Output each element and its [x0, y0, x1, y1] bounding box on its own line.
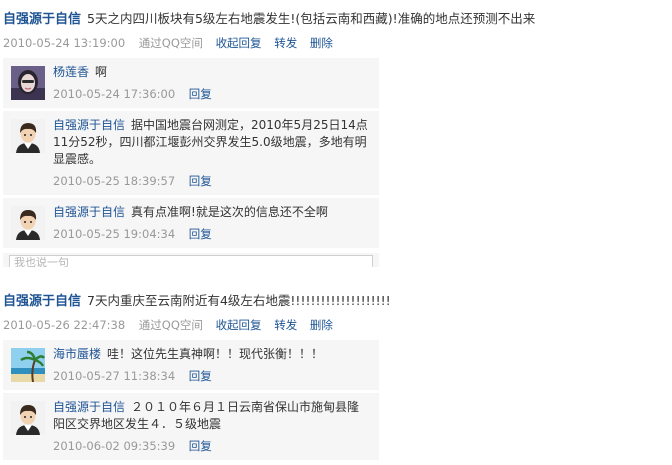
post-author[interactable]: 自强源于自信	[3, 294, 81, 309]
post-header: 自强源于自信 7天内重庆至云南附近有4级左右地震!!!!!!!!!!!!!!!!!…	[3, 292, 668, 311]
reply-body: 杨莲香啊	[53, 64, 371, 81]
reply-link[interactable]: 回复	[189, 87, 212, 101]
reply-meta: 2010-05-27 11:38:34 回复	[53, 369, 371, 383]
reply-time: 2010-06-02 09:35:39	[53, 439, 176, 453]
woman-avatar-icon[interactable]	[11, 66, 45, 100]
reply-author[interactable]: 自强源于自信	[53, 400, 125, 414]
reply-meta: 2010-05-24 17:36:00 回复	[53, 87, 371, 101]
reply-list: 海市蜃楼 哇！这位先生真神啊！！现代张衡！！！ 2010-05-27 11:38:…	[3, 340, 668, 461]
reply-input-area: 我也说一句	[3, 253, 379, 267]
post-author[interactable]: 自强源于自信	[3, 12, 81, 27]
reply-link[interactable]: 回复	[189, 174, 212, 188]
collapse-replies-link[interactable]: 收起回复	[216, 36, 262, 50]
post-meta: 2010-05-26 22:47:38 通过QQ空间 收起回复 转发 删除	[3, 317, 668, 333]
reply-item: 自强源于自信 ２０１０年６月１日云南省保山市施甸县隆阳区交界地区发生４．５级地震 …	[3, 393, 379, 461]
post-text: 7天内重庆至云南附近有4级左右地震!!!!!!!!!!!!!!!!!!!!	[87, 293, 391, 308]
post-time: 2010-05-26 22:47:38	[3, 318, 126, 332]
reply-time: 2010-05-27 11:38:34	[53, 369, 176, 383]
reply-author[interactable]: 自强源于自信	[53, 118, 125, 132]
post-source: 通过QQ空间	[138, 318, 203, 332]
reply-text: 哇！这位先生真神啊！！现代张衡！！！	[107, 347, 324, 361]
reply-time: 2010-05-25 19:04:34	[53, 227, 176, 241]
delete-link[interactable]: 删除	[310, 36, 333, 50]
feed-post: 自强源于自信 7天内重庆至云南附近有4级左右地震!!!!!!!!!!!!!!!!!…	[3, 292, 668, 461]
collapse-replies-link[interactable]: 收起回复	[216, 318, 262, 332]
reply-author[interactable]: 自强源于自信	[53, 205, 125, 219]
reply-list: 杨莲香啊 2010-05-24 17:36:00 回复 自强源于自信 据中国地震…	[3, 58, 668, 249]
reply-time: 2010-05-25 18:39:57	[53, 174, 176, 188]
boy-avatar-icon[interactable]	[11, 401, 45, 435]
forward-link[interactable]: 转发	[274, 36, 297, 50]
post-time: 2010-05-24 13:19:00	[3, 36, 126, 50]
reply-meta: 2010-06-02 09:35:39 回复	[53, 439, 371, 453]
post-header: 自强源于自信 5天之内四川板块有5级左右地震发生!(包括云南和西藏)!准确的地点还…	[3, 10, 668, 29]
delete-link[interactable]: 删除	[310, 318, 333, 332]
reply-text: 啊	[95, 65, 108, 79]
reply-meta: 2010-05-25 19:04:34 回复	[53, 227, 371, 241]
reply-body: 自强源于自信 真有点准啊!就是这次的信息还不全啊	[53, 204, 371, 221]
reply-link[interactable]: 回复	[189, 227, 212, 241]
reply-item: 自强源于自信 据中国地震台网测定，2010年5月25日14点11分52秒，四川都江…	[3, 111, 379, 196]
reply-text: 真有点准啊!就是这次的信息还不全啊	[131, 205, 328, 219]
reply-input[interactable]: 我也说一句	[9, 255, 373, 267]
reply-item: 海市蜃楼 哇！这位先生真神啊！！现代张衡！！！ 2010-05-27 11:38:…	[3, 340, 379, 391]
post-source: 通过QQ空间	[138, 36, 203, 50]
boy-avatar-icon[interactable]	[11, 119, 45, 153]
reply-body: 海市蜃楼 哇！这位先生真神啊！！现代张衡！！！	[53, 346, 371, 363]
forward-link[interactable]: 转发	[274, 318, 297, 332]
reply-item: 自强源于自信 真有点准啊!就是这次的信息还不全啊 2010-05-25 19:04…	[3, 198, 379, 249]
reply-body: 自强源于自信 ２０１０年６月１日云南省保山市施甸县隆阳区交界地区发生４．５级地震	[53, 399, 371, 433]
feed-post: 自强源于自信 5天之内四川板块有5级左右地震发生!(包括云南和西藏)!准确的地点还…	[3, 10, 668, 267]
beach-avatar-icon[interactable]	[11, 348, 45, 382]
post-meta: 2010-05-24 13:19:00 通过QQ空间 收起回复 转发 删除	[3, 35, 668, 51]
reply-link[interactable]: 回复	[189, 439, 212, 453]
reply-link[interactable]: 回复	[189, 369, 212, 383]
post-text: 5天之内四川板块有5级左右地震发生!(包括云南和西藏)!准确的地点还预测不出来	[87, 11, 536, 26]
reply-meta: 2010-05-25 18:39:57 回复	[53, 174, 371, 188]
reply-author[interactable]: 海市蜃楼	[53, 347, 101, 361]
reply-body: 自强源于自信 据中国地震台网测定，2010年5月25日14点11分52秒，四川都江…	[53, 117, 371, 168]
reply-item: 杨莲香啊 2010-05-24 17:36:00 回复	[3, 58, 379, 109]
reply-author[interactable]: 杨莲香	[53, 65, 89, 79]
reply-time: 2010-05-24 17:36:00	[53, 87, 176, 101]
boy-avatar-icon[interactable]	[11, 206, 45, 240]
